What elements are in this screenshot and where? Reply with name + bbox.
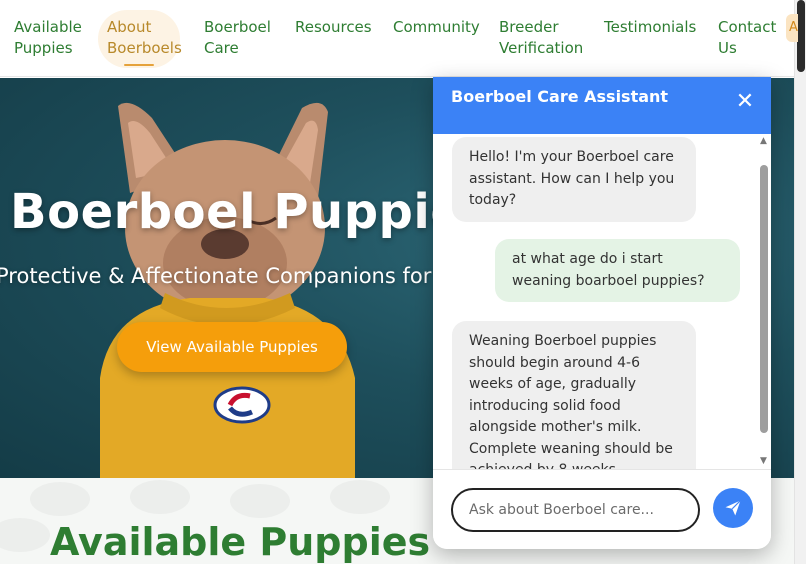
nav-item-breeder-verification[interactable]: Breeder Verification: [499, 17, 583, 59]
chat-header: Boerboel Care Assistant ✕: [433, 77, 771, 134]
hero-title: Boerboel Puppies: [10, 184, 493, 240]
section-title: Available Puppies: [50, 520, 431, 564]
send-button[interactable]: [713, 488, 753, 528]
nav-item-label-line2: Puppies: [14, 39, 73, 57]
bot-message: Hello! I'm your Boerboel care assistant.…: [452, 137, 696, 222]
decorative-pattern: [330, 480, 390, 514]
nav-item-label-line1: Available: [14, 18, 82, 36]
decorative-pattern: [30, 482, 90, 516]
nav-item-label-line1: Community: [393, 18, 480, 36]
top-navigation: Available Puppies About Boerboels Boerbo…: [0, 0, 798, 77]
nav-item-label-line1: Boerboel: [204, 18, 271, 36]
chat-title: Boerboel Care Assistant: [451, 87, 669, 106]
nav-overflow-button[interactable]: A: [786, 14, 798, 42]
page-scrollbar[interactable]: [794, 0, 806, 564]
chat-input-bar: [433, 469, 771, 549]
decorative-pattern: [130, 480, 190, 514]
nav-item-label-line1: Breeder: [499, 18, 559, 36]
scroll-up-arrow-icon[interactable]: ▲: [760, 136, 767, 146]
nav-item-label-line1: Contact: [718, 18, 777, 36]
decorative-pattern: [230, 484, 290, 518]
scroll-down-arrow-icon[interactable]: ▼: [760, 456, 767, 466]
nav-item-about-boerboels[interactable]: About Boerboels: [107, 17, 182, 59]
nav-item-label-line2: Verification: [499, 39, 584, 57]
user-message: at what age do i start weaning boarboel …: [495, 239, 740, 302]
nav-item-resources[interactable]: Resources: [295, 17, 372, 38]
chat-scrollbar-thumb[interactable]: [760, 165, 768, 433]
nav-item-label-line1: Testimonials: [604, 18, 697, 36]
view-available-puppies-button[interactable]: View Available Puppies: [117, 322, 347, 372]
chat-messages: Hello! I'm your Boerboel care assistant.…: [433, 134, 771, 469]
nav-item-testimonials[interactable]: Testimonials: [604, 17, 696, 38]
nav-item-label-line2: Us: [718, 39, 737, 57]
close-icon[interactable]: ✕: [733, 90, 757, 114]
chat-message-input[interactable]: [451, 488, 700, 532]
nav-item-available-puppies[interactable]: Available Puppies: [14, 17, 82, 59]
nav-item-community[interactable]: Community: [393, 17, 480, 38]
page-scrollbar-thumb[interactable]: [797, 0, 805, 72]
bot-message: Weaning Boerboel puppies should begin ar…: [452, 321, 696, 469]
nav-item-label-line1: About: [107, 18, 152, 36]
nav-item-label-line2: Boerboels: [107, 39, 182, 57]
chat-widget: Boerboel Care Assistant ✕ Hello! I'm you…: [433, 77, 771, 549]
nav-active-underline: [124, 64, 154, 66]
nav-item-boerboel-care[interactable]: Boerboel Care: [204, 17, 271, 59]
chat-scrollbar[interactable]: ▲ ▼: [758, 134, 771, 469]
decorative-pattern: [0, 518, 50, 552]
nav-item-contact-us[interactable]: Contact Us: [718, 17, 776, 59]
send-icon: [725, 500, 741, 516]
nav-item-label-line1: Resources: [295, 18, 372, 36]
nav-item-label-line2: Care: [204, 39, 239, 57]
